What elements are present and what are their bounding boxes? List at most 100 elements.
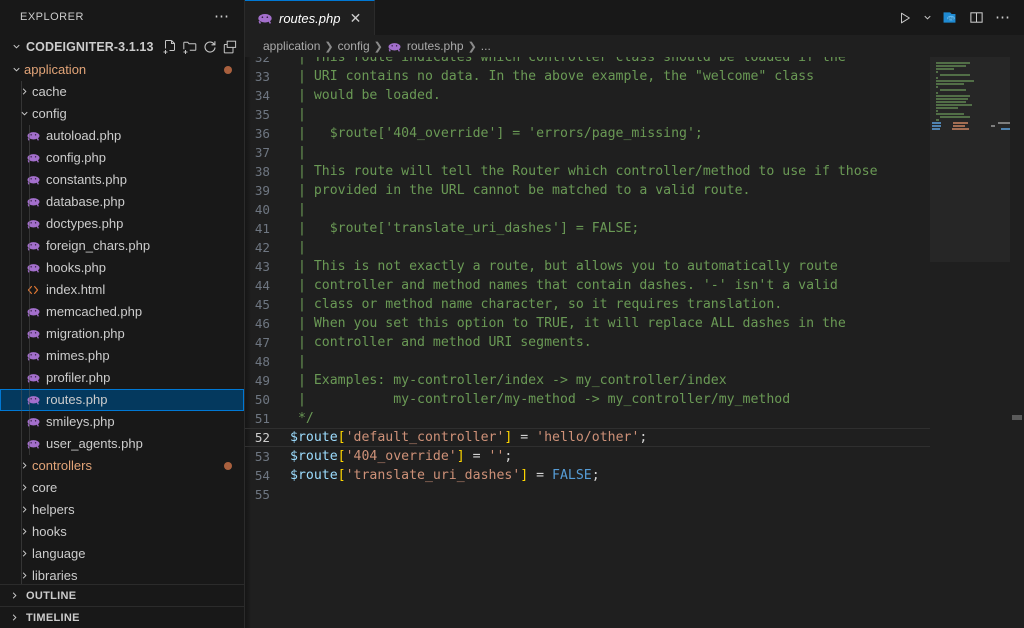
tree-item-migration-php[interactable]: migration.php (0, 322, 244, 345)
tree-item-cache[interactable]: cache (0, 80, 244, 103)
workspace-root-row[interactable]: CODEIGNITER-3.1.13 (0, 35, 244, 59)
code-line-48[interactable]: 48 | (245, 352, 1024, 371)
new-folder-icon[interactable] (182, 39, 198, 55)
chevron-down-icon[interactable] (919, 5, 935, 31)
tree-item-core[interactable]: core (0, 476, 244, 499)
code-line-42[interactable]: 42 | (245, 238, 1024, 257)
chevron-right-icon[interactable] (16, 477, 32, 499)
tree-item-hooks-php[interactable]: hooks.php (0, 256, 244, 279)
tree-item-autoload-php[interactable]: autoload.php (0, 124, 244, 147)
chevron-right-icon[interactable] (16, 81, 32, 103)
chevron-right-icon[interactable] (16, 521, 32, 543)
tree-item-memcached-php[interactable]: memcached.php (0, 300, 244, 323)
more-actions-button[interactable]: ⋯ (990, 5, 1016, 31)
tree-item-mimes-php[interactable]: mimes.php (0, 344, 244, 367)
scrollbar-thumb[interactable] (1012, 415, 1022, 420)
tree-item-constants-php[interactable]: constants.php (0, 168, 244, 191)
new-file-icon[interactable] (162, 39, 178, 55)
tree-item-foreign-chars-php[interactable]: foreign_chars.php (0, 234, 244, 257)
code-line-50[interactable]: 50 | my-controller/my-method -> my_contr… (245, 390, 1024, 409)
tree-item-config-php[interactable]: config.php (0, 146, 244, 169)
minimap[interactable] (930, 57, 1010, 628)
run-button[interactable] (892, 5, 918, 31)
code-line-53[interactable]: 53 $route['404_override'] = ''; (245, 447, 1024, 466)
tree-item-database-php[interactable]: database.php (0, 190, 244, 213)
sidebar-section-timeline[interactable]: TIMELINE (0, 606, 244, 628)
tree-item-routes-php[interactable]: routes.php (0, 388, 244, 411)
tree-item-hooks[interactable]: hooks (0, 520, 244, 543)
chevron-down-icon[interactable] (8, 59, 24, 81)
breadcrumb-item[interactable]: ... (481, 39, 491, 53)
line-number: 34 (254, 88, 270, 103)
code-token-cmt: | (290, 354, 306, 369)
code-line-54[interactable]: 54 $route['translate_uri_dashes'] = FALSE… (245, 466, 1024, 485)
ellipsis-icon[interactable]: ⋯ (208, 9, 236, 24)
code-line-36[interactable]: 36 | $route['404_override'] = 'errors/pa… (245, 124, 1024, 143)
sidebar-section-outline[interactable]: OUTLINE (0, 584, 244, 606)
php-file-icon (24, 348, 42, 363)
code-line-38[interactable]: 38 | This route will tell the Router whi… (245, 162, 1024, 181)
line-number: 46 (254, 316, 270, 331)
chevron-right-icon[interactable] (6, 590, 22, 601)
indent-guide (29, 322, 30, 345)
open-preview-button[interactable]: php (936, 5, 962, 31)
code-line-text: | (290, 238, 306, 257)
close-icon[interactable]: ✕ (346, 11, 364, 25)
code-lines[interactable]: 32 | This route indicates which controll… (245, 57, 1024, 504)
minimap-slider[interactable] (930, 57, 1010, 262)
tree-item-index-html[interactable]: index.html (0, 278, 244, 301)
refresh-icon[interactable] (202, 39, 218, 55)
code-line-33[interactable]: 33 | URI contains no data. In the above … (245, 67, 1024, 86)
chevron-right-icon[interactable] (16, 455, 32, 477)
code-line-text: | This route indicates which controller … (290, 57, 846, 67)
chevron-right-icon[interactable] (16, 565, 32, 584)
collapse-all-icon[interactable] (222, 39, 238, 55)
code-line-41[interactable]: 41 | $route['translate_uri_dashes'] = FA… (245, 219, 1024, 238)
tree-item-controllers[interactable]: controllers (0, 454, 244, 477)
code-line-49[interactable]: 49 | Examples: my-controller/index -> my… (245, 371, 1024, 390)
code-line-37[interactable]: 37 | (245, 143, 1024, 162)
chevron-right-icon[interactable] (6, 612, 22, 623)
code-line-46[interactable]: 46 | When you set this option to TRUE, i… (245, 314, 1024, 333)
tree-item-doctypes-php[interactable]: doctypes.php (0, 212, 244, 235)
breadcrumb-item[interactable]: config (338, 39, 370, 53)
tree-item-profiler-php[interactable]: profiler.php (0, 366, 244, 389)
tree-item-language[interactable]: language (0, 542, 244, 565)
tree-item-libraries[interactable]: libraries (0, 564, 244, 584)
code-line-40[interactable]: 40 | (245, 200, 1024, 219)
breadcrumb-item[interactable]: routes.php (387, 39, 464, 54)
tree-item-smileys-php[interactable]: smileys.php (0, 410, 244, 433)
chevron-right-icon[interactable] (16, 543, 32, 565)
breadcrumb-item[interactable]: application (263, 39, 320, 53)
vertical-scrollbar[interactable] (1010, 57, 1024, 628)
chevron-down-icon[interactable] (8, 41, 24, 52)
code-token-cmt: | $route['translate_uri_dashes'] = FALSE… (290, 221, 640, 236)
chevron-right-icon[interactable] (16, 499, 32, 521)
tree-item-user-agents-php[interactable]: user_agents.php (0, 432, 244, 455)
split-editor-button[interactable] (963, 5, 989, 31)
line-number: 52 (254, 430, 270, 445)
indent-guide (21, 388, 22, 411)
code-line-35[interactable]: 35 | (245, 105, 1024, 124)
php-file-icon (24, 172, 42, 187)
editor-tab-routes-php[interactable]: routes.php ✕ (245, 0, 376, 35)
file-tree[interactable]: application cache config autoload.php config… (0, 59, 244, 584)
code-editor[interactable]: 32 | This route indicates which controll… (245, 57, 1024, 628)
code-token-cmt: | controller and method names that conta… (290, 278, 838, 293)
tree-item-application[interactable]: application (0, 59, 244, 81)
code-line-44[interactable]: 44 | controller and method names that co… (245, 276, 1024, 295)
chevron-down-icon[interactable] (16, 103, 32, 125)
code-line-45[interactable]: 45 | class or method name character, so … (245, 295, 1024, 314)
code-line-55[interactable]: 55 (245, 485, 1024, 504)
code-line-43[interactable]: 43 | This is not exactly a route, but al… (245, 257, 1024, 276)
tree-item-config[interactable]: config (0, 102, 244, 125)
code-line-52[interactable]: 52 $route['default_controller'] = 'hello/… (245, 428, 1024, 447)
code-line-47[interactable]: 47 | controller and method URI segments. (245, 333, 1024, 352)
editor-tab-label: routes.php (279, 10, 341, 26)
code-token-cmt: | provided in the URL cannot be matched … (290, 183, 751, 198)
code-line-34[interactable]: 34 | would be loaded. (245, 86, 1024, 105)
code-line-39[interactable]: 39 | provided in the URL cannot be match… (245, 181, 1024, 200)
code-line-51[interactable]: 51 */ (245, 409, 1024, 428)
tree-item-helpers[interactable]: helpers (0, 498, 244, 521)
code-line-32[interactable]: 32 | This route indicates which controll… (245, 57, 1024, 67)
